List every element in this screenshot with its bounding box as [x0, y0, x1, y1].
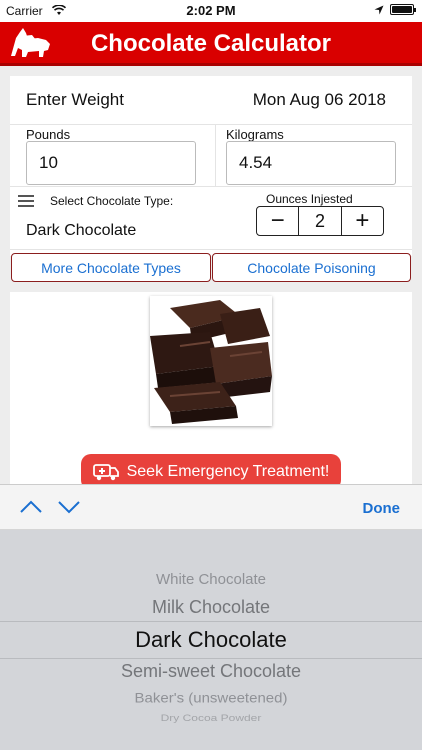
more-chocolate-types-button[interactable]: More Chocolate Types [11, 253, 211, 282]
status-time: 2:02 PM [186, 3, 236, 18]
status-right-cluster [374, 4, 416, 15]
date-label[interactable]: Mon Aug 06 2018 [253, 90, 386, 110]
status-bar: Carrier 2:02 PM [0, 0, 422, 22]
menu-icon[interactable] [18, 195, 34, 207]
pounds-input[interactable]: 10 [26, 141, 196, 185]
picker-option[interactable]: Baker's (unsweetened) [0, 691, 422, 706]
picker-option[interactable]: White Chocolate [0, 571, 422, 588]
picker-toolbar: Done [0, 484, 422, 530]
divider [10, 186, 412, 187]
battery-icon [390, 4, 416, 15]
selected-chocolate[interactable]: Dark Chocolate [26, 222, 136, 240]
chocolate-type-picker[interactable]: White Chocolate Milk Chocolate Dark Choc… [0, 530, 422, 750]
ounces-label: Ounces Injested [266, 192, 353, 206]
enter-weight-label: Enter Weight [26, 90, 124, 109]
decrement-button[interactable]: − [257, 207, 298, 235]
kilograms-input[interactable]: 4.54 [226, 141, 396, 185]
location-arrow-icon [374, 5, 384, 14]
divider [10, 249, 412, 250]
select-chocolate-label: Select Chocolate Type: [50, 194, 174, 208]
ambulance-icon [92, 464, 119, 481]
chevron-up-icon[interactable] [18, 497, 44, 517]
kilograms-label: Kilograms [226, 127, 284, 142]
page-title: Chocolate Calculator [90, 30, 332, 57]
picker-option-selected[interactable]: Dark Chocolate [0, 627, 422, 653]
seek-emergency-label: Seek Emergency Treatment! [126, 463, 330, 480]
app-header: Chocolate Calculator [0, 22, 422, 66]
divider [10, 124, 412, 125]
increment-button[interactable]: + [342, 207, 383, 235]
picker-option[interactable]: Milk Chocolate [0, 597, 422, 618]
chocolate-poisoning-button[interactable]: Chocolate Poisoning [212, 253, 411, 282]
column-divider [215, 124, 216, 186]
chevron-down-icon[interactable] [56, 497, 82, 517]
ounces-stepper[interactable]: − 2 + [256, 206, 384, 236]
picker-option[interactable]: Semi-sweet Chocolate [0, 661, 422, 682]
ounces-value: 2 [298, 207, 342, 235]
pounds-value: 10 [39, 153, 58, 172]
pounds-label: Pounds [26, 127, 71, 142]
picker-option[interactable]: Dry Cocoa Powder [0, 712, 422, 723]
done-button[interactable]: Done [363, 500, 401, 517]
kilograms-value: 4.54 [239, 153, 273, 172]
dark-chocolate-image [150, 296, 272, 426]
